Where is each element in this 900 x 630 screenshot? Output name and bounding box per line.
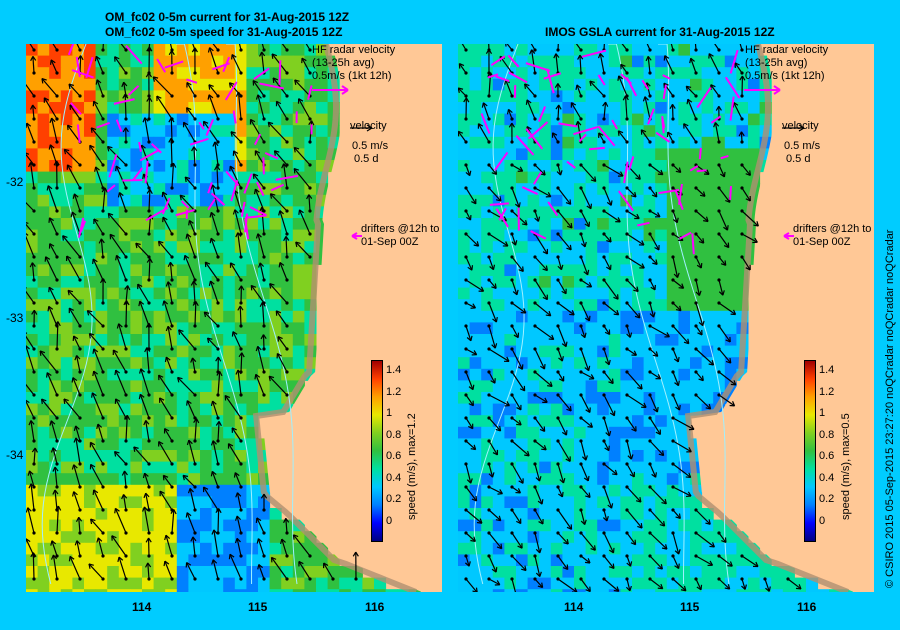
left-title-line1: OM_fc02 0-5m current for 31-Aug-2015 12Z — [105, 10, 350, 24]
left-drifters-legend: drifters @12h to 01-Sep 00Z — [361, 223, 439, 249]
right-x-tick-116: 116 — [797, 600, 817, 614]
velocity-label: velocity — [782, 120, 819, 132]
velocity-d-label: 0.5 d — [786, 153, 811, 165]
right-colorbar-label: speed (m/s), max=0.5 — [840, 413, 852, 520]
colorbar-tick: 0.4 — [819, 471, 835, 484]
left-title-line2: OM_fc02 0-5m speed for 31-Aug-2015 12Z — [105, 25, 343, 39]
right-drifters-legend: drifters @12h to 01-Sep 00Z — [793, 223, 871, 249]
left-velocity-legend: velocity — [350, 120, 387, 133]
y-tick-32: -32 — [6, 175, 24, 189]
velocity-d-label: 0.5 d — [354, 153, 379, 165]
colorbar-tick: 1 — [386, 407, 393, 419]
colorbar-tick: 1.4 — [819, 364, 835, 376]
y-tick-34: -34 — [6, 448, 24, 462]
left-x-tick-116: 116 — [365, 600, 385, 614]
velocity-ms-label: 0.5 m/s — [784, 140, 821, 152]
hf-radar-scale-label: 0.5m/s (1kt 12h) — [745, 70, 825, 82]
right-x-tick-115: 115 — [680, 600, 700, 614]
hf-radar-avg-label: (13-25h avg) — [745, 57, 808, 69]
right-colorbar — [804, 360, 816, 542]
credit-text: © CSIRO 2015 05-Sep-2015 23:27:20 noQCra… — [884, 229, 896, 588]
left-x-tick-114: 114 — [132, 600, 152, 614]
right-title: IMOS GSLA current for 31-Aug-2015 12Z — [545, 25, 775, 39]
velocity-ms-label: 0.5 m/s — [352, 140, 389, 152]
left-velocity-scale: 0.5 m/s 0.5 d — [352, 140, 388, 166]
colorbar-tick: 0.6 — [819, 450, 835, 462]
hf-radar-label: HF radar velocity — [312, 44, 396, 56]
colorbar-tick: 1.2 — [386, 385, 402, 398]
drifters-date-label: 01-Sep 00Z — [361, 236, 419, 248]
hf-radar-scale-label: 0.5m/s (1kt 12h) — [312, 70, 392, 82]
left-x-tick-115: 115 — [248, 600, 268, 614]
hf-radar-avg-label: (13-25h avg) — [312, 57, 375, 69]
left-colorbar-label: speed (m/s), max=1.2 — [406, 413, 418, 520]
right-x-tick-114: 114 — [564, 600, 584, 614]
left-hf-radar-legend: HF radar velocity (13-25h avg) 0.5m/s (1… — [312, 44, 395, 83]
colorbar-tick: 1 — [819, 407, 826, 419]
colorbar-tick: 0.2 — [819, 493, 835, 505]
colorbar-tick: 1.4 — [386, 364, 402, 376]
right-velocity-scale: 0.5 m/s 0.5 d — [784, 140, 820, 166]
left-colorbar — [371, 360, 383, 542]
right-hf-radar-legend: HF radar velocity (13-25h avg) 0.5m/s (1… — [745, 44, 828, 83]
colorbar-tick: 0 — [819, 514, 826, 527]
colorbar-tick: 0.8 — [819, 428, 835, 441]
y-tick-33: -33 — [6, 311, 24, 325]
colorbar-tick: 1.2 — [819, 385, 835, 398]
drifters-date-label: 01-Sep 00Z — [793, 236, 851, 248]
colorbar-tick: 0.2 — [386, 493, 402, 505]
colorbar-tick: 0 — [386, 514, 393, 527]
drifters-label: drifters @12h to — [793, 223, 872, 235]
drifters-label: drifters @12h to — [361, 223, 440, 235]
right-velocity-legend: velocity — [782, 120, 819, 133]
velocity-label: velocity — [350, 120, 387, 132]
colorbar-tick: 0.8 — [386, 428, 402, 441]
hf-radar-label: HF radar velocity — [745, 44, 829, 56]
colorbar-tick: 0.6 — [386, 450, 402, 462]
colorbar-tick: 0.4 — [386, 471, 402, 484]
